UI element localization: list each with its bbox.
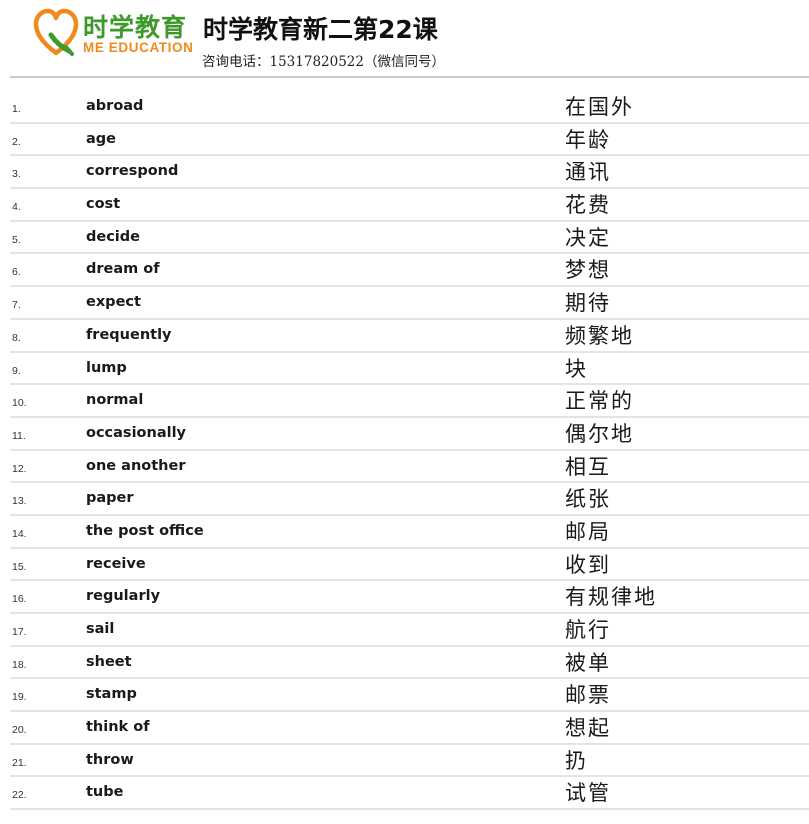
page-header: 时学教育 ME EDUCATION 时学教育新二第22课 咨询电话：153178… <box>0 0 809 78</box>
vocab-number: 12. <box>12 462 27 475</box>
vocab-number: 22. <box>12 789 27 802</box>
vocab-row: 16. regularly 有规律地 <box>10 581 809 614</box>
vocab-row: 11. occasionally 偶尔地 <box>10 418 809 451</box>
vocab-english-word: sail <box>86 621 115 637</box>
contact-phone: 咨询电话：15317820522（微信同号） <box>202 54 445 70</box>
heart-logo-icon <box>33 8 79 56</box>
vocab-chinese-meaning: 块 <box>565 356 588 381</box>
vocab-chinese-meaning: 扔 <box>565 748 588 773</box>
vocab-number: 9. <box>12 364 21 377</box>
vocab-row: 8. frequently 频繁地 <box>10 320 809 353</box>
vocab-chinese-meaning: 被单 <box>565 650 611 675</box>
vocab-english-word: cost <box>86 196 121 213</box>
vocab-number: 2. <box>12 135 21 148</box>
vocab-chinese-meaning: 年龄 <box>565 127 611 152</box>
vocab-chinese-meaning: 试管 <box>565 781 611 806</box>
vocab-number: 16. <box>12 593 27 606</box>
vocab-number: 19. <box>12 691 27 704</box>
vocab-row: 7. expect 期待 <box>10 287 809 320</box>
vocab-chinese-meaning: 想起 <box>565 716 611 741</box>
logo-chinese-text: 时学教育 <box>83 13 188 42</box>
vocab-english-word: the post office <box>86 522 204 539</box>
vocab-chinese-meaning: 正常的 <box>565 389 634 414</box>
page-title: 时学教育新二第22课 <box>203 15 438 44</box>
vocab-english-word: correspond <box>86 163 179 180</box>
vocab-row: 13. paper 纸张 <box>10 483 809 516</box>
vocab-row: 21. throw 扔 <box>10 745 809 778</box>
vocab-row: 12. one another 相互 <box>10 451 809 484</box>
vocab-chinese-meaning: 相互 <box>565 454 611 479</box>
vocab-chinese-meaning: 邮局 <box>565 519 611 544</box>
vocab-row: 22. tube 试管 <box>10 777 809 811</box>
vocab-english-word: regularly <box>86 588 161 605</box>
vocab-chinese-meaning: 梦想 <box>565 258 611 283</box>
vocab-english-word: frequently <box>86 326 172 343</box>
vocab-chinese-meaning: 航行 <box>565 618 611 642</box>
vocab-number: 4. <box>12 201 21 214</box>
vocab-chinese-meaning: 在国外 <box>565 95 634 119</box>
logo-english-text: ME EDUCATION <box>83 40 194 55</box>
vocab-row: 3. correspond 通讯 <box>10 156 809 190</box>
vocab-english-word: tube <box>86 784 124 801</box>
vocab-number: 20. <box>12 724 27 737</box>
vocab-number: 10. <box>12 397 27 410</box>
vocab-chinese-meaning: 偶尔地 <box>565 421 634 446</box>
vocab-chinese-meaning: 收到 <box>565 552 611 577</box>
vocab-chinese-meaning: 有规律地 <box>565 585 657 610</box>
vocab-english-word: sheet <box>86 653 132 670</box>
vocab-english-word: normal <box>86 392 144 409</box>
vocab-row: 4. cost 花费 <box>10 189 809 222</box>
vocabulary-list: 1. abroad 在国外 2. age 年龄 3. correspond 通讯 4. cost 花费… <box>10 91 809 811</box>
vocab-row: 6. dream of 梦想 <box>10 254 809 288</box>
vocab-number: 5. <box>12 233 21 246</box>
vocab-number: 18. <box>12 658 27 671</box>
vocab-chinese-meaning: 频繁地 <box>565 323 634 348</box>
vocab-row: 17. sail 航行 <box>10 614 809 647</box>
vocab-row: 14. the post office 邮局 <box>10 516 809 549</box>
vocab-english-word: throw <box>86 751 134 768</box>
vocab-row: 1. abroad 在国外 <box>10 91 809 124</box>
vocab-row: 9. lump 块 <box>10 353 809 386</box>
vocab-row: 18. sheet 被单 <box>10 647 809 680</box>
vocab-chinese-meaning: 期待 <box>565 291 611 316</box>
vocab-chinese-meaning: 纸张 <box>565 487 611 512</box>
vocab-row: 2. age 年龄 <box>10 124 809 157</box>
vocab-english-word: decide <box>86 228 140 245</box>
vocab-row: 15. receive 收到 <box>10 549 809 582</box>
vocab-english-word: lump <box>86 359 127 376</box>
vocab-number: 13. <box>12 495 27 508</box>
vocab-english-word: age <box>86 130 116 147</box>
vocab-number: 8. <box>12 331 21 344</box>
vocab-number: 1. <box>12 103 21 115</box>
header-divider <box>10 76 809 78</box>
vocab-english-word: abroad <box>86 98 144 114</box>
vocab-english-word: stamp <box>86 686 137 703</box>
vocab-english-word: dream of <box>86 261 160 278</box>
vocab-chinese-meaning: 花费 <box>565 193 611 218</box>
vocab-number: 21. <box>12 756 27 769</box>
vocab-number: 11. <box>12 429 26 442</box>
vocab-number: 6. <box>12 266 21 279</box>
vocab-row: 10. normal 正常的 <box>10 385 809 418</box>
vocab-chinese-meaning: 决定 <box>565 225 611 250</box>
vocab-english-word: think of <box>86 719 150 736</box>
vocab-chinese-meaning: 通讯 <box>565 160 611 185</box>
vocab-number: 14. <box>12 527 27 540</box>
vocab-english-word: one another <box>86 457 186 474</box>
vocab-row: 19. stamp 邮票 <box>10 679 809 713</box>
vocab-number: 17. <box>12 626 27 638</box>
vocab-number: 3. <box>12 168 21 181</box>
brand-logo: 时学教育 ME EDUCATION <box>33 7 193 59</box>
vocab-row: 5. decide 决定 <box>10 222 809 255</box>
vocab-english-word: paper <box>86 490 134 507</box>
vocab-number: 7. <box>12 299 21 312</box>
vocab-number: 15. <box>12 560 27 573</box>
vocab-english-word: occasionally <box>86 424 186 441</box>
vocab-english-word: receive <box>86 555 146 572</box>
vocab-chinese-meaning: 邮票 <box>565 683 611 708</box>
vocab-row: 20. think of 想起 <box>10 712 809 745</box>
vocab-english-word: expect <box>86 294 141 311</box>
